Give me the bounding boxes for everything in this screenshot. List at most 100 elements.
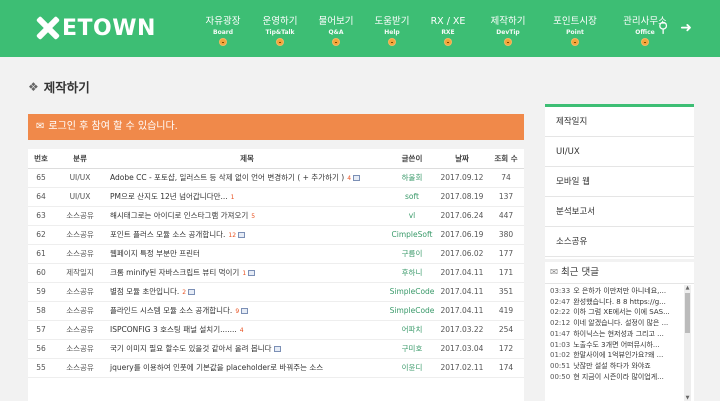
recent-comment-item[interactable]: 03:33 오 은하가 이만저만 아니네요,... <box>550 286 682 297</box>
post-title[interactable]: Adobe CC - 포토샵, 일러스트 등 삭제 없이 언어 변경하기 ( +… <box>106 168 388 188</box>
col-header-num: 번호 <box>28 149 54 169</box>
table-row[interactable]: 65 UI/UX Adobe CC - 포토샵, 일러스트 등 삭제 없이 언어 변… <box>28 168 524 188</box>
post-title[interactable]: 국기 이미지 필요 할수도 있을것 같아서 올려 봅니다 <box>106 339 388 359</box>
post-number: 60 <box>28 263 54 283</box>
category-item-uiux[interactable]: UI/UX <box>545 137 694 167</box>
post-title[interactable]: 웹페이지 특정 부분만 프린터 <box>106 244 388 264</box>
category-item-mobile-web[interactable]: 모바일 웹 <box>545 167 694 197</box>
recent-comment-text: 오 은하가 이만저만 아니네요,... <box>573 287 667 295</box>
post-category-text: 제작일지 <box>66 268 94 277</box>
category-item-devlog[interactable]: 제작일지 <box>545 107 694 137</box>
post-category[interactable]: 소스공유 <box>54 282 106 302</box>
post-author-text: 구름이 <box>401 249 423 258</box>
post-category-text: 소스공유 <box>66 325 94 334</box>
post-number: 65 <box>28 168 54 188</box>
post-title[interactable]: jquery를 이용하여 인풋에 기본값을 placeholder로 바꿔주는 … <box>106 358 388 378</box>
post-category[interactable]: 소스공유 <box>54 244 106 264</box>
post-title[interactable]: 포인트 플러스 모듈 소스 공개합니다. 12 <box>106 225 388 245</box>
recent-comment-item[interactable]: 01:02 한말사이에 1억뷰인가요?왜 ... <box>550 350 682 361</box>
table-row[interactable]: 63 소스공유 해시태그로는 아이디로 인스타그램 가져오기 5 vl 2017.06.2… <box>28 206 524 226</box>
post-author[interactable]: 구름이 <box>388 244 436 264</box>
post-author[interactable]: soft <box>388 187 436 207</box>
post-title[interactable]: PM으로 산지도 12년 넘어갑니다만... 1 <box>106 187 388 207</box>
post-category[interactable]: UI/UX <box>54 168 106 188</box>
table-row[interactable]: 61 소스공유 웹페이지 특정 부분만 프린터 구름이 2017.06.02 177 <box>28 244 524 264</box>
post-category[interactable]: 제작일지 <box>54 263 106 283</box>
table-row[interactable]: 64 UI/UX PM으로 산지도 12년 넘어갑니다만... 1 soft 2017.0… <box>28 187 524 207</box>
post-category[interactable]: 소스공유 <box>54 358 106 378</box>
sign-in-icon[interactable]: ➜ <box>680 20 692 36</box>
page-title-text: 제작하기 <box>43 80 90 95</box>
post-number-text: 58 <box>36 306 46 315</box>
nav-label: 물어보기 <box>318 16 354 27</box>
post-category[interactable]: 소스공유 <box>54 206 106 226</box>
post-author[interactable]: 이윤디 <box>388 358 436 378</box>
site-logo[interactable]: ETOWN <box>36 15 156 41</box>
recent-comment-item[interactable]: 02:22 이하 그럼 XE에서는 이에 SAS... <box>550 307 682 318</box>
nav-item-help[interactable]: 도움받기 Help <box>366 15 418 46</box>
post-author[interactable]: 후하니 <box>388 263 436 283</box>
logo-text: ETOWN <box>62 15 156 41</box>
post-title-text: 플라인드 시스템 모듈 소스 공개합니다. <box>110 306 233 315</box>
recent-comment-text: 이하 그럼 XE에서는 이에 SAS... <box>573 308 670 317</box>
post-category-text: 소스공유 <box>66 363 94 372</box>
table-row[interactable]: 62 소스공유 포인트 플러스 모듈 소스 공개합니다. 12 CimpleSoft 20… <box>28 225 524 245</box>
scrollbar-thumb[interactable] <box>685 293 690 333</box>
table-row[interactable]: 58 소스공유 플라인드 시스템 모듈 소스 공개합니다. 9 SimpleCode 20… <box>28 301 524 321</box>
post-title[interactable]: 크롬 minify된 자바스크립트 뷰티 먹이기 1 <box>106 263 388 283</box>
post-number: 57 <box>28 320 54 340</box>
post-date: 2017.09.12 <box>436 168 488 188</box>
table-row[interactable]: 55 소스공유 jquery를 이용하여 인풋에 기본값을 placeholder로… <box>28 358 524 378</box>
post-author[interactable]: SimpleCode <box>388 282 436 302</box>
post-category[interactable]: 소스공유 <box>54 339 106 359</box>
post-title[interactable]: 별점 모듈 초안입니다. 2 <box>106 282 388 302</box>
search-icon[interactable]: ⚲ <box>658 20 668 36</box>
recent-comment-item[interactable]: 01:47 하이닉스는 현저성과 그리고 ... <box>550 329 682 340</box>
recent-comment-item[interactable]: 02:47 완성했습니다. 8 8 https://g... <box>550 297 682 308</box>
post-author[interactable]: 구미호 <box>388 339 436 359</box>
nav-item-devtip[interactable]: 제작하기 DevTip <box>478 15 538 46</box>
scroll-down-icon[interactable]: ▼ <box>684 395 691 401</box>
post-title-text: 해시태그로는 아이디로 인스타그램 가져오기 <box>110 211 249 220</box>
scroll-up-icon[interactable]: ▲ <box>684 285 691 291</box>
recent-comment-item[interactable]: 02:12 이네 알겠습니다. 설정이 많은 ... <box>550 318 682 329</box>
post-title[interactable]: 해시태그로는 아이디로 인스타그램 가져오기 5 <box>106 206 388 226</box>
recent-comment-item[interactable]: 00:50 현 지금이 시즌이라 많이업게... <box>550 372 682 383</box>
table-row[interactable]: 59 소스공유 별점 모듈 초안입니다. 2 SimpleCode 2017.04.11 3… <box>28 282 524 302</box>
badge-icon <box>276 38 284 46</box>
post-title[interactable]: ISPCONFIG 3 호스팅 패널 설치기....... 4 <box>106 320 388 340</box>
table-row[interactable]: 57 소스공유 ISPCONFIG 3 호스팅 패널 설치기....... 4 어파치 2… <box>28 320 524 340</box>
post-author[interactable]: 하울회 <box>388 168 436 188</box>
post-number: 56 <box>28 339 54 359</box>
recent-comments-scrollbar[interactable]: ▲ ▼ <box>684 285 691 401</box>
nav-item-tiptalk[interactable]: 운영하기 Tip&Talk <box>254 15 306 46</box>
post-category[interactable]: UI/UX <box>54 187 106 207</box>
post-title-text: 크롬 minify된 자바스크립트 뷰티 먹이기 <box>110 268 240 277</box>
post-author[interactable]: vl <box>388 206 436 226</box>
cubes-icon: ❖ <box>28 79 39 94</box>
nav-item-qa[interactable]: 물어보기 Q&A <box>310 15 362 46</box>
recent-comment-item[interactable]: 00:51 낫잖만 설설 하다가 와야죠 <box>550 361 682 372</box>
post-author[interactable]: CimpleSoft <box>388 225 436 245</box>
post-title[interactable]: 플라인드 시스템 모듈 소스 공개합니다. 9 <box>106 301 388 321</box>
nav-item-point[interactable]: 포인트시장 Point <box>542 15 608 46</box>
post-author[interactable]: 어파치 <box>388 320 436 340</box>
nav-label: 도움받기 <box>374 16 410 27</box>
post-author[interactable]: SimpleCode <box>388 301 436 321</box>
nav-label: RX / XE <box>430 16 466 27</box>
nav-item-board[interactable]: 자유광장 Board <box>196 15 250 46</box>
table-row[interactable]: 60 제작일지 크롬 minify된 자바스크립트 뷰티 먹이기 1 후하니 2017.0… <box>28 263 524 283</box>
post-category[interactable]: 소스공유 <box>54 301 106 321</box>
post-date-text: 2017.04.11 <box>440 268 484 277</box>
table-row[interactable]: 56 소스공유 국기 이미지 필요 할수도 있을것 같아서 올려 봅니다 구미호 201… <box>28 339 524 359</box>
post-author-text: SimpleCode <box>389 306 435 315</box>
post-category[interactable]: 소스공유 <box>54 320 106 340</box>
nav-item-rxe[interactable]: RX / XE RXE <box>422 15 474 46</box>
attachment-icon <box>241 308 249 314</box>
post-number-text: 57 <box>36 325 46 334</box>
recent-comment-time: 00:50 <box>550 372 571 381</box>
recent-comment-item[interactable]: 01:03 노출수도 3개면 어떠뮤시하... <box>550 340 682 351</box>
post-category[interactable]: 소스공유 <box>54 225 106 245</box>
category-item-analysis-report[interactable]: 분석보고서 <box>545 197 694 227</box>
category-item-source-share[interactable]: 소스공유 <box>545 227 694 257</box>
